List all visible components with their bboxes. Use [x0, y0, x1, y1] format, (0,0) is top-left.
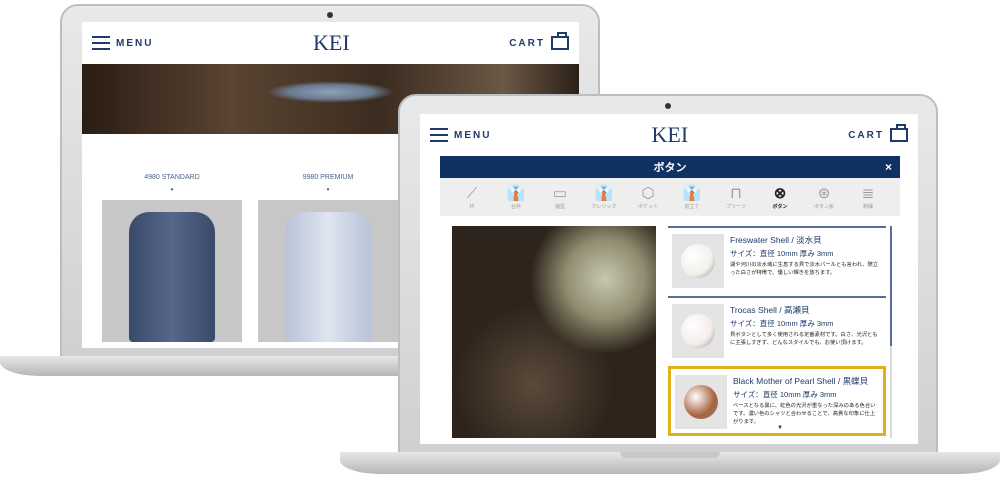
option-tabs: ⟋ 衿 👔 台衿 ▭ 袖型 👔 クレリック ⬡ ポケット 👔 前立て ⊓ プリーツ ⊗ ボタン ⊛ ボタン糸 ≣ 刺繍 [440, 178, 900, 216]
logo[interactable]: KEI [313, 30, 350, 56]
tab-option[interactable]: 👔 台衿 [498, 185, 534, 210]
camera [327, 12, 333, 18]
tab-option[interactable]: ≣ 刺繍 [850, 185, 886, 210]
scrollbar[interactable] [890, 226, 892, 438]
front-screen: MENU KEI CART ボタン × ⟋ 衿 👔 台衿 ▭ 袖型 👔 クレリック ⬡ ポケット 👔 前… [420, 114, 918, 444]
button-thumbnail [672, 304, 724, 358]
tab-label: ボタン糸 [813, 203, 834, 210]
button-swatch [684, 385, 718, 419]
tab-label: プリーツ [726, 203, 746, 210]
plan-premium[interactable]: 9980 PREMIUM • [258, 174, 398, 194]
button-thread-icon: ⊛ [817, 184, 831, 202]
shirt-icon: 👔 [506, 184, 526, 202]
hamburger-icon [430, 128, 448, 142]
embroidery-icon: ≣ [861, 184, 875, 202]
tab-option[interactable]: 👔 クレリック [586, 185, 622, 210]
collar-icon: ⟋ [466, 184, 478, 202]
tab-option[interactable]: ⟋ 衿 [454, 185, 490, 210]
item-name: Freswater Shell / 淡水貝 [730, 235, 822, 245]
tab-option[interactable]: ⬡ ポケット [630, 185, 666, 210]
plan-standard[interactable]: 4980 STANDARD • [102, 174, 242, 194]
cleric-shirt-icon: 👔 [594, 184, 614, 202]
list-item[interactable]: Freswater Shell / 淡水貝 サイズ：直径 10mm 厚み 3mm… [668, 226, 886, 296]
cart-button[interactable]: CART [509, 32, 569, 50]
menu-label: MENU [116, 37, 154, 49]
cart-label: CART [848, 129, 884, 141]
item-description: ベースとなる黒に、虹色の光沢が重なった深みのある色合いです。濃い色のシャツと合わ… [733, 403, 876, 425]
item-size: サイズ：直径 10mm 厚み 3mm [730, 319, 834, 328]
menu-label: MENU [454, 129, 492, 141]
tab-option[interactable]: ⊛ ボタン糸 [806, 185, 842, 210]
close-icon[interactable]: × [885, 160, 892, 174]
tab-option[interactable]: 👔 前立て [674, 185, 710, 210]
tab-label: クレリック [591, 203, 617, 210]
item-description: 貝ボタンとして多く使用される定番素材です。白さ、光沢ともに主張しすぎず、どんなス… [730, 332, 878, 346]
modal-title: ボタン [653, 162, 687, 174]
item-description: 湖や河川の淡水域に生息する貝で淡水パールとも言われ、際立った白さが特徴で、優しい… [730, 262, 879, 276]
menu-button[interactable]: MENU [92, 36, 153, 50]
tab-label: ボタン [772, 203, 788, 210]
list-item[interactable]: Black Mother of Pearl Shell / 黒蝶貝 サイズ：直径… [668, 366, 886, 436]
button-thumbnail [675, 375, 727, 429]
header: MENU KEI CART [420, 114, 918, 156]
cuff-icon: ▭ [552, 184, 568, 202]
plan-label: 4980 STANDARD [144, 174, 200, 181]
modal-title-bar: ボタン × [440, 156, 900, 178]
tab-option[interactable]: ⊓ プリーツ [718, 185, 754, 210]
tab-option[interactable]: ▭ 袖型 [542, 185, 578, 210]
cart-label: CART [509, 37, 545, 49]
hamburger-icon [92, 36, 110, 50]
tab-label: ポケット [637, 203, 658, 210]
bag-icon [889, 124, 908, 142]
logo[interactable]: KEI [652, 122, 689, 148]
button-photo [452, 226, 656, 438]
tab-label: 台衿 [510, 203, 521, 210]
tab-label: 衿 [469, 203, 475, 210]
item-size: サイズ：直径 10mm 厚み 3mm [733, 390, 837, 399]
button-swatch [681, 244, 715, 278]
plan-label: 9980 PREMIUM [302, 174, 354, 181]
trackpad-notch [620, 452, 720, 458]
bag-icon [550, 32, 569, 50]
scroll-down-icon[interactable]: ▼ [777, 425, 783, 431]
header: MENU KEI CART [82, 22, 579, 64]
button-swatch [681, 314, 715, 348]
camera [665, 103, 671, 109]
item-size: サイズ：直径 10mm 厚み 3mm [730, 249, 834, 258]
item-name: Trocas Shell / 高瀬貝 [730, 305, 810, 315]
button-list: Freswater Shell / 淡水貝 サイズ：直径 10mm 厚み 3mm… [668, 226, 886, 438]
menu-button[interactable]: MENU [430, 128, 491, 142]
tab-label: 袖型 [554, 203, 565, 210]
tab-option[interactable]: ⊗ ボタン [762, 185, 798, 210]
pleats-icon: ⊓ [730, 184, 742, 202]
tab-label: 刺繍 [862, 203, 873, 210]
button-icon: ⊗ [773, 184, 787, 202]
tab-label: 前立て [684, 203, 700, 210]
shirt-premium-image[interactable] [258, 200, 398, 342]
item-name: Black Mother of Pearl Shell / 黒蝶貝 [733, 376, 869, 386]
button-thumbnail [672, 234, 724, 288]
cart-button[interactable]: CART [848, 124, 908, 142]
shirt-standard-image[interactable] [102, 200, 242, 342]
list-item[interactable]: Trocas Shell / 高瀬貝 サイズ：直径 10mm 厚み 3mm 貝ボ… [668, 296, 886, 366]
placket-icon: 👔 [682, 184, 702, 202]
pocket-icon: ⬡ [641, 184, 655, 202]
